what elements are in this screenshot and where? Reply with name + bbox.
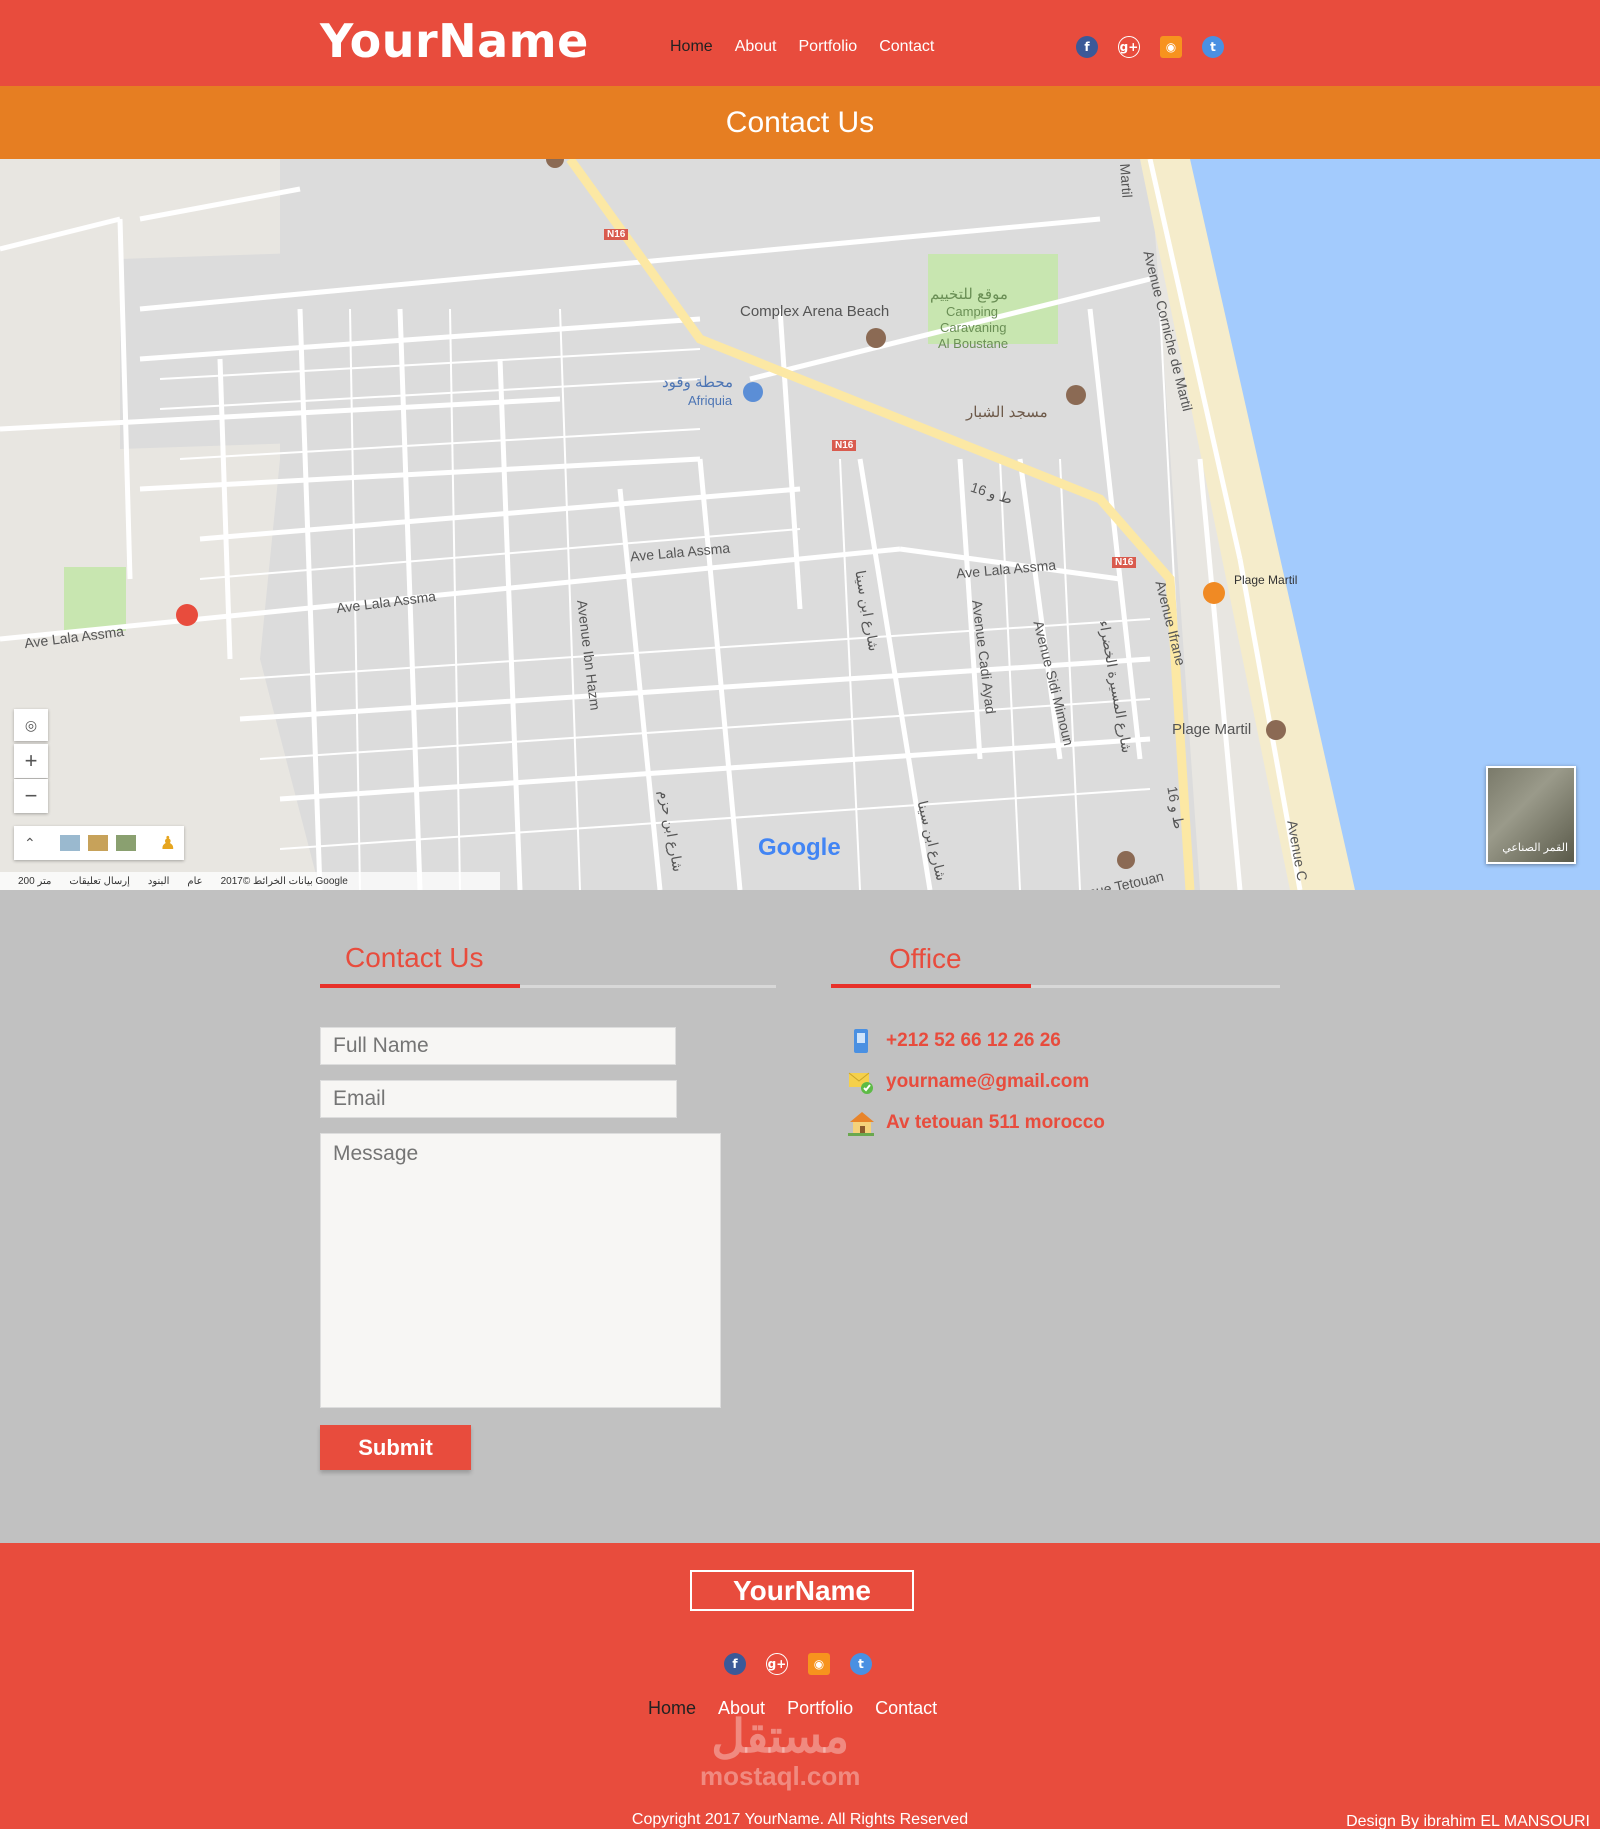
rss-icon[interactable]: ◉ xyxy=(808,1653,830,1675)
map-label-camping-ar: موقع للتخييم xyxy=(930,286,1008,303)
footer-nav-portfolio-link[interactable]: Portfolio xyxy=(787,1698,853,1719)
map-label-plage-1: Plage Martil xyxy=(1234,573,1298,587)
submit-button[interactable]: Submit xyxy=(320,1425,471,1470)
terrain-thumb[interactable] xyxy=(59,835,80,851)
watermark-en: mostaql.com xyxy=(700,1761,861,1791)
office-address: Av tetouan 511 morocco xyxy=(886,1112,1105,1133)
contact-title-accent xyxy=(320,984,520,988)
map-label-n16-b: N16 xyxy=(832,440,857,451)
footer-nav: Home About Portfolio Contact xyxy=(648,1698,937,1719)
facebook-icon[interactable]: f xyxy=(1076,36,1098,58)
page-title: Contact Us xyxy=(725,106,875,139)
full-name-input[interactable] xyxy=(320,1027,676,1065)
office-email[interactable]: yourname@gmail.com xyxy=(886,1071,1089,1093)
mostaql-watermark: مستقل mostaql.com xyxy=(700,1713,860,1789)
email-check-icon xyxy=(848,1069,874,1095)
map-public-link[interactable]: عام xyxy=(187,876,202,887)
zoom-out-button[interactable]: − xyxy=(14,779,48,813)
map-attribution-bar: 200 متر إرسال تعليقات البنود عام بيانات … xyxy=(0,872,500,890)
google-plus-icon[interactable]: g+ xyxy=(766,1653,788,1675)
map-label-afriquia: Afriquia xyxy=(688,393,733,408)
message-textarea[interactable] xyxy=(320,1133,721,1408)
site-footer: YourName f g+ ◉ t مستقل mostaql.com Home… xyxy=(0,1543,1600,1829)
header-social-links: f g+ ◉ t xyxy=(1076,36,1224,58)
nav-home-link[interactable]: Home xyxy=(670,38,713,56)
map-label-camping: Camping xyxy=(946,304,999,319)
google-map[interactable]: Complex Arena Beach موقع للتخييم Camping… xyxy=(0,159,1600,890)
office-title-accent xyxy=(831,984,1031,988)
footer-nav-about-link[interactable]: About xyxy=(718,1698,765,1719)
satellite-toggle[interactable]: القمر الصناعي xyxy=(1486,766,1576,864)
footer-nav-home-link[interactable]: Home xyxy=(648,1698,696,1719)
office-phone-row: +212 52 66 12 26 26 xyxy=(848,1028,1061,1054)
zoom-in-button[interactable]: + xyxy=(14,744,48,778)
map-label-n16-a: N16 xyxy=(604,229,629,240)
facebook-icon[interactable]: f xyxy=(724,1653,746,1675)
nav-about-link[interactable]: About xyxy=(735,38,777,56)
footer-social-links: f g+ ◉ t xyxy=(724,1653,872,1675)
map-label-mosque: مسجد الشبار xyxy=(966,404,1048,421)
phone-icon xyxy=(848,1028,874,1054)
map-type-control[interactable]: ⌃ ♟ xyxy=(14,826,184,860)
office-phone[interactable]: +212 52 66 12 26 26 xyxy=(886,1030,1061,1052)
main-nav: Home About Portfolio Contact xyxy=(670,38,934,56)
twitter-icon[interactable]: t xyxy=(1202,36,1224,58)
watermark-ar: مستقل xyxy=(711,1710,850,1762)
map-label-n16-c: N16 xyxy=(1112,557,1137,568)
map-label-caravaning: Caravaning xyxy=(940,320,1007,335)
contact-form-title: Contact Us xyxy=(345,942,484,973)
map-terms-link[interactable]: البنود xyxy=(148,876,169,887)
map-label-complex: Complex Arena Beach xyxy=(740,303,890,320)
hybrid-thumb[interactable] xyxy=(115,835,136,851)
map-report-link[interactable]: إرسال تعليقات xyxy=(69,876,130,887)
nav-portfolio-link[interactable]: Portfolio xyxy=(799,38,858,56)
twitter-icon[interactable]: t xyxy=(850,1653,872,1675)
satellite-label: القمر الصناعي xyxy=(1502,842,1568,854)
office-email-row: yourname@gmail.com xyxy=(848,1069,1089,1095)
map-scale: 200 متر xyxy=(18,875,52,887)
map-label-station-ar: محطة وقود xyxy=(662,374,734,391)
map-canvas[interactable] xyxy=(0,159,1600,890)
office-title: Office xyxy=(889,943,962,974)
google-plus-icon[interactable]: g+ xyxy=(1118,36,1140,58)
site-header: YourName Home About Portfolio Contact f … xyxy=(0,0,1600,86)
contact-section: Contact Us Submit Office +212 52 66 12 2… xyxy=(0,890,1600,1543)
site-logo[interactable]: YourName xyxy=(320,14,589,68)
map-label-martil: Martil xyxy=(1117,163,1136,199)
designer-credit: Design By ibrahim EL MANSOURI xyxy=(1346,1813,1590,1829)
map-label-boustane: Al Boustane xyxy=(938,336,1009,351)
page-title-band: Contact Us xyxy=(0,86,1600,159)
footer-logo[interactable]: YourName xyxy=(690,1570,914,1611)
satellite-thumb[interactable] xyxy=(87,835,108,851)
rss-icon[interactable]: ◉ xyxy=(1160,36,1182,58)
footer-nav-contact-link[interactable]: Contact xyxy=(875,1698,937,1719)
nav-contact-link[interactable]: Contact xyxy=(879,38,934,56)
street-view-pegman-icon[interactable]: ♟ xyxy=(160,833,176,854)
email-input[interactable] xyxy=(320,1080,677,1118)
house-icon xyxy=(848,1110,874,1136)
my-location-button[interactable]: ◎ xyxy=(14,709,48,741)
office-address-row: Av tetouan 511 morocco xyxy=(848,1110,1105,1136)
map-label-plage-2: Plage Martil xyxy=(1172,721,1252,738)
map-data-credit: بيانات الخرائط ©2017 Google xyxy=(220,875,348,887)
expand-icon[interactable]: ⌃ xyxy=(24,835,36,852)
google-logo: Google xyxy=(758,834,841,861)
